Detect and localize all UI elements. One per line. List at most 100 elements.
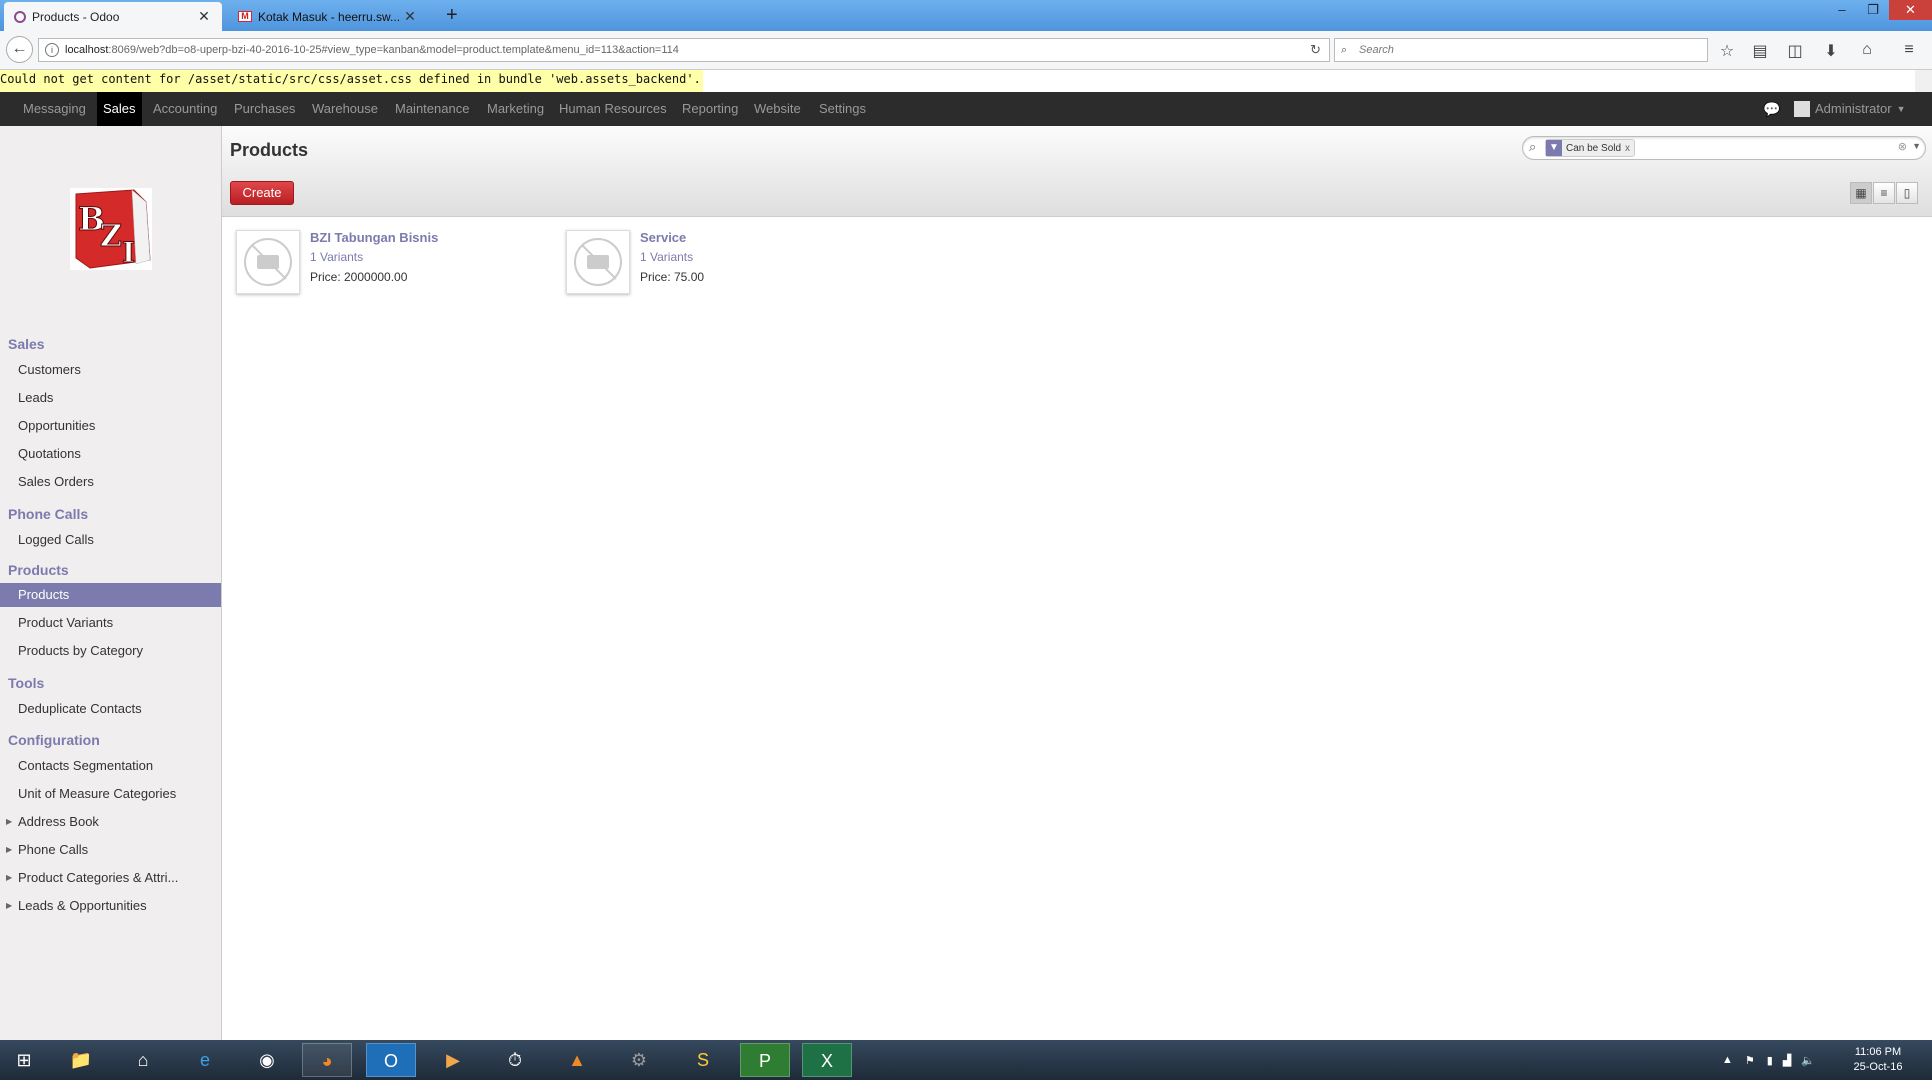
caret-down-icon: ▼ <box>1896 104 1906 114</box>
section-sales[interactable]: Sales <box>8 336 45 352</box>
battery-icon[interactable]: ▮ <box>1767 1054 1773 1067</box>
restore-button[interactable]: ❐ <box>1858 0 1888 20</box>
home-icon[interactable]: ⌂ <box>1856 41 1878 59</box>
page-title: Products <box>230 140 309 160</box>
section-tools[interactable]: Tools <box>8 675 44 691</box>
back-button[interactable]: ← <box>6 36 33 63</box>
list-view-button[interactable]: ≡ <box>1873 182 1895 204</box>
browser-navbar: ← i localhost:8069/web?db=o8-uperp-bzi-4… <box>0 31 1932 70</box>
network-icon[interactable]: ▟ <box>1783 1054 1791 1067</box>
url-host: localhost <box>65 44 109 56</box>
clock-app-icon[interactable]: ⏱ <box>490 1043 540 1077</box>
tray-expand-icon[interactable]: ▲ <box>1722 1054 1733 1066</box>
outlook-icon[interactable]: O <box>366 1043 416 1077</box>
form-view-button[interactable]: ▯ <box>1896 182 1918 204</box>
kanban-view-button[interactable]: ▦ <box>1850 182 1872 204</box>
sidebar-item-sales-orders[interactable]: Sales Orders <box>0 470 221 494</box>
kanban-card[interactable]: BZI Tabungan Bisnis 1 Variants Price: 20… <box>236 230 536 300</box>
product-variants-link[interactable]: 1 Variants <box>310 250 363 264</box>
chat-icon[interactable]: 💬 <box>1763 101 1780 118</box>
sidebar-item-contacts-segmentation[interactable]: Contacts Segmentation <box>0 754 221 778</box>
flag-icon[interactable]: ⚑ <box>1745 1054 1755 1067</box>
browser-search-input[interactable]: ⌕ Search <box>1334 38 1708 62</box>
pocket-icon[interactable]: ◫ <box>1784 41 1806 61</box>
sidebar-item-address-book[interactable]: ▶ Address Book <box>0 810 221 834</box>
sidebar-item-products-by-category[interactable]: Products by Category <box>0 639 221 663</box>
product-price: Price: 2000000.00 <box>310 270 408 284</box>
download-icon[interactable]: ⬇ <box>1820 41 1842 61</box>
settings-wheel-icon[interactable]: ⚙ <box>614 1043 664 1077</box>
sidebar-item-product-categories[interactable]: ▶ Product Categories & Attri... <box>0 866 221 890</box>
menu-accounting[interactable]: Accounting <box>147 92 223 126</box>
close-tab-icon[interactable]: ✕ <box>196 8 212 25</box>
sidebar-item-phone-calls[interactable]: ▶ Phone Calls <box>0 838 221 862</box>
new-tab-button[interactable]: + <box>446 4 458 27</box>
sidebar-item-quotations[interactable]: Quotations <box>0 442 221 466</box>
section-phone-calls[interactable]: Phone Calls <box>8 506 88 522</box>
product-name[interactable]: BZI Tabungan Bisnis <box>310 230 438 245</box>
slides-app-icon[interactable]: S <box>678 1043 728 1077</box>
menu-maintenance[interactable]: Maintenance <box>389 92 475 126</box>
system-tray: ▲ ⚑ ▮ ▟ 🔈 <box>1722 1040 1815 1080</box>
section-configuration[interactable]: Configuration <box>8 732 100 748</box>
vlc-icon[interactable]: ▲ <box>552 1043 602 1077</box>
menu-website[interactable]: Website <box>748 92 807 126</box>
menu-marketing[interactable]: Marketing <box>481 92 550 126</box>
sidebar-item-customers[interactable]: Customers <box>0 358 221 382</box>
product-variants-link[interactable]: 1 Variants <box>640 250 693 264</box>
sidebar-item-opportunities[interactable]: Opportunities <box>0 414 221 438</box>
menu-human-resources[interactable]: Human Resources <box>553 92 673 126</box>
menu-messaging[interactable]: Messaging <box>17 92 92 126</box>
menu-purchases[interactable]: Purchases <box>228 92 301 126</box>
tab-products-odoo[interactable]: Products - Odoo ✕ <box>4 2 222 31</box>
file-explorer-icon[interactable]: 📁 <box>56 1043 106 1077</box>
project-app-icon[interactable]: P <box>740 1043 790 1077</box>
clock-date: 25-Oct-16 <box>1853 1061 1903 1073</box>
svg-text:Z: Z <box>100 219 122 254</box>
close-tab-icon[interactable]: ✕ <box>402 8 418 25</box>
volume-icon[interactable]: 🔈 <box>1801 1054 1815 1067</box>
sidebar: B Z I Sales Customers Leads Opportunitie… <box>0 126 222 1040</box>
search-options-caret-icon[interactable]: ▼ <box>1912 141 1921 151</box>
sidebar-item-leads-opportunities[interactable]: ▶ Leads & Opportunities <box>0 894 221 918</box>
product-name[interactable]: Service <box>640 230 686 245</box>
windows-start-icon[interactable]: ⊞ <box>0 1043 48 1077</box>
home-folder-icon[interactable]: ⌂ <box>118 1043 168 1077</box>
user-menu[interactable]: Administrator ▼ <box>1794 92 1906 126</box>
hamburger-menu-icon[interactable]: ≡ <box>1898 41 1920 59</box>
remove-facet-icon[interactable]: x <box>1625 143 1630 154</box>
bookmark-star-icon[interactable]: ☆ <box>1716 41 1738 61</box>
product-price: Price: 75.00 <box>640 270 705 284</box>
search-input[interactable]: ⌕ ▼ Can be Sold x ⊗ ▼ <box>1522 136 1926 160</box>
url-bar[interactable]: i localhost:8069/web?db=o8-uperp-bzi-40-… <box>38 38 1330 62</box>
menu-sales[interactable]: Sales <box>97 92 142 126</box>
reload-icon[interactable]: ↻ <box>1310 42 1321 58</box>
tab-gmail[interactable]: M Kotak Masuk - heerru.sw... ✕ <box>228 2 428 31</box>
reading-list-icon[interactable]: ▤ <box>1749 41 1771 61</box>
section-products[interactable]: Products <box>8 562 69 578</box>
clear-search-icon[interactable]: ⊗ <box>1898 140 1907 153</box>
menu-reporting[interactable]: Reporting <box>676 92 744 126</box>
minimize-button[interactable]: – <box>1827 0 1857 20</box>
excel-icon[interactable]: X <box>802 1043 852 1077</box>
menu-settings[interactable]: Settings <box>813 92 872 126</box>
internet-explorer-icon[interactable]: e <box>180 1043 230 1077</box>
kanban-card[interactable]: Service 1 Variants Price: 75.00 <box>566 230 866 300</box>
sidebar-item-leads[interactable]: Leads <box>0 386 221 410</box>
window-close-button[interactable]: ✕ <box>1889 0 1932 20</box>
sidebar-item-label: Product Categories & Attri... <box>18 870 179 885</box>
chrome-icon[interactable]: ◉ <box>242 1043 292 1077</box>
info-icon[interactable]: i <box>45 43 59 57</box>
media-player-icon[interactable]: ▶ <box>428 1043 478 1077</box>
sidebar-item-uom-categories[interactable]: Unit of Measure Categories <box>0 782 221 806</box>
create-button[interactable]: Create <box>230 181 294 205</box>
caret-right-icon: ▶ <box>6 845 13 854</box>
taskbar-clock[interactable]: 11:06 PM 25-Oct-16 <box>1838 1045 1918 1075</box>
sidebar-item-deduplicate-contacts[interactable]: Deduplicate Contacts <box>0 697 221 721</box>
sidebar-item-products[interactable]: Products <box>0 583 221 607</box>
svg-text:I: I <box>122 236 135 269</box>
firefox-icon[interactable]: ◕ <box>302 1043 352 1077</box>
sidebar-item-logged-calls[interactable]: Logged Calls <box>0 528 221 552</box>
menu-warehouse[interactable]: Warehouse <box>306 92 384 126</box>
sidebar-item-product-variants[interactable]: Product Variants <box>0 611 221 635</box>
